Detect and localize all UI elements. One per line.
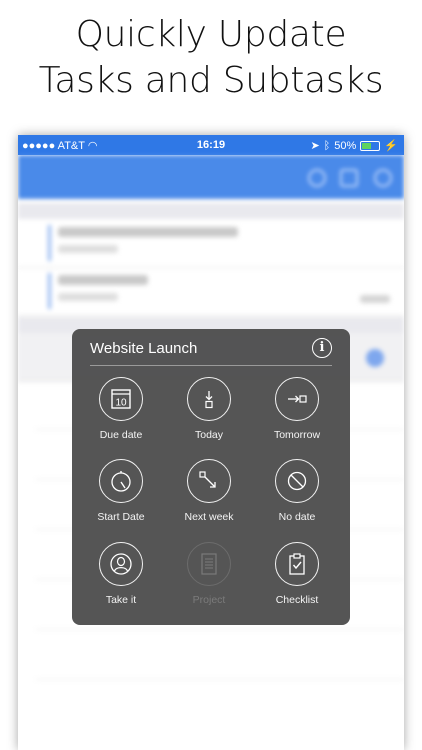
battery-percent: 50%: [334, 139, 357, 152]
no-date-button[interactable]: No date: [255, 459, 343, 539]
checklist-button[interactable]: Checklist: [255, 542, 343, 622]
nav-bar-blurred: [18, 155, 404, 199]
battery-icon: [360, 140, 381, 151]
start-date-label: Start Date: [97, 511, 145, 523]
due-date-label: Due date: [99, 429, 143, 441]
today-button[interactable]: Today: [167, 377, 255, 457]
project-label: Project: [192, 594, 226, 606]
today-label: Today: [194, 429, 224, 441]
task-row-blurred: [18, 219, 404, 268]
headline: Quickly Update Tasks and Subtasks: [0, 12, 422, 104]
calendar-icon: 10: [99, 377, 143, 421]
task-row-blurred: [18, 267, 404, 316]
diagonal-arrow-icon: [187, 459, 231, 503]
search-icon: [308, 169, 326, 187]
stopwatch-icon: [99, 459, 143, 503]
arrow-down-box-icon: [187, 377, 231, 421]
popup-divider: [90, 365, 332, 366]
checklist-label: Checklist: [275, 594, 319, 606]
next-week-label: Next week: [184, 511, 234, 523]
task-actions-popup: Website Launch i 10 Due date Today Tomor…: [72, 329, 350, 625]
arrow-right-box-icon: [275, 377, 319, 421]
next-week-button[interactable]: Next week: [167, 459, 255, 539]
prohibited-icon: [275, 459, 319, 503]
no-date-label: No date: [278, 511, 316, 523]
popup-title: Website Launch: [90, 340, 198, 357]
start-date-button[interactable]: Start Date: [79, 459, 167, 539]
take-it-button[interactable]: Take it: [79, 542, 167, 622]
headline-line-1: Quickly Update: [75, 14, 347, 55]
tomorrow-label: Tomorrow: [273, 429, 321, 441]
more-icon: [374, 169, 392, 187]
take-it-label: Take it: [105, 594, 137, 606]
location-icon: ➤: [310, 140, 320, 152]
charging-icon: ⚡: [384, 140, 398, 152]
section-header-blurred: [18, 203, 404, 219]
headline-line-2: Tasks and Subtasks: [38, 60, 384, 101]
status-dot-blurred: [366, 349, 384, 367]
person-icon: [99, 542, 143, 586]
tomorrow-button[interactable]: Tomorrow: [255, 377, 343, 457]
project-button: Project: [167, 542, 255, 622]
clipboard-check-icon: [275, 542, 319, 586]
info-icon[interactable]: i: [312, 338, 332, 358]
list-icon: [340, 169, 358, 187]
document-icon: [187, 542, 231, 586]
calendar-day-text: 10: [115, 398, 127, 409]
status-right: ➤ ᛒ 50% ⚡: [310, 139, 398, 153]
status-bar: ●●●●● AT&T ◠ 16:19 ➤ ᛒ 50% ⚡: [18, 135, 404, 155]
due-date-button[interactable]: 10 Due date: [79, 377, 167, 457]
bluetooth-icon: ᛒ: [323, 139, 331, 152]
